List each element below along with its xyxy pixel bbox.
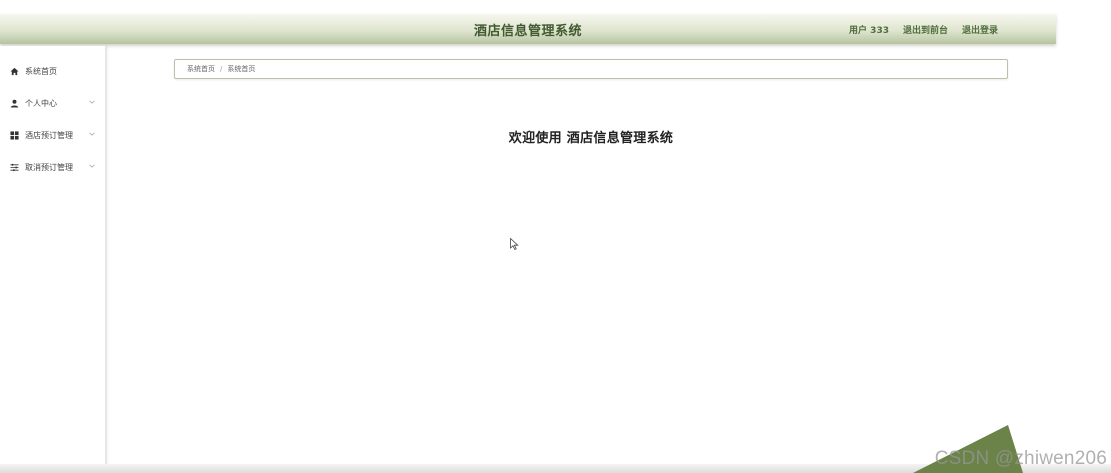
sidebar-item-personal-center[interactable]: 个人中心 bbox=[0, 87, 105, 119]
sidebar-item-hotel-booking[interactable]: 酒店预订管理 bbox=[0, 119, 105, 151]
sidebar-item-label: 酒店预订管理 bbox=[25, 130, 73, 140]
breadcrumb-separator: / bbox=[220, 65, 223, 73]
sidebar-item-label: 系统首页 bbox=[25, 66, 57, 76]
chevron-down-icon[interactable] bbox=[88, 130, 96, 138]
breadcrumb-item-current: 系统首页 bbox=[227, 65, 256, 73]
exit-to-front-link[interactable]: 退出到前台 bbox=[903, 23, 948, 36]
app-window: 酒店信息管理系统 用户 333 退出到前台 退出登录 系统首页 个人中心 酒店预… bbox=[0, 0, 1111, 473]
user-label: 用户 333 bbox=[849, 26, 889, 36]
mouse-cursor-icon bbox=[510, 235, 519, 251]
sidebar-item-label: 取消预订管理 bbox=[25, 162, 73, 172]
watermark: CSDN @zhiwen206 bbox=[934, 448, 1107, 469]
top-header: 酒店信息管理系统 用户 333 退出到前台 退出登录 bbox=[0, 14, 1056, 44]
logout-link[interactable]: 退出登录 bbox=[962, 23, 998, 36]
sidebar-item-cancel-booking[interactable]: 取消预订管理 bbox=[0, 151, 105, 183]
grid-icon bbox=[10, 130, 19, 140]
header-actions: 用户 333 退出到前台 退出登录 bbox=[849, 23, 998, 36]
breadcrumb-item-home[interactable]: 系统首页 bbox=[187, 64, 215, 74]
sidebar-item-home[interactable]: 系统首页 bbox=[0, 55, 105, 87]
user-icon bbox=[10, 99, 19, 108]
welcome-heading: 欢迎使用 酒店信息管理系统 bbox=[508, 131, 674, 146]
home-icon bbox=[10, 67, 19, 76]
chevron-down-icon[interactable] bbox=[88, 162, 96, 170]
chevron-down-icon[interactable] bbox=[88, 98, 96, 106]
sliders-icon bbox=[10, 163, 19, 172]
breadcrumb: 系统首页 / 系统首页 bbox=[174, 59, 1008, 79]
sidebar-item-label: 个人中心 bbox=[25, 98, 57, 108]
sidebar: 系统首页 个人中心 酒店预订管理 取消预订管理 bbox=[0, 46, 107, 473]
